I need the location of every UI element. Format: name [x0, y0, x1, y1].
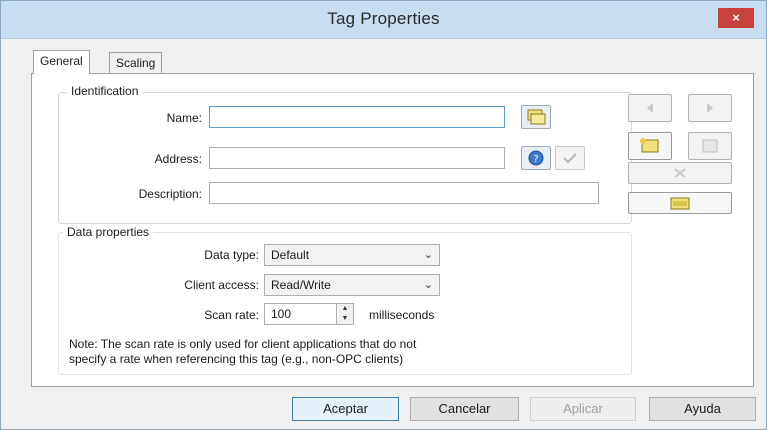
tab-scaling-label: Scaling [116, 56, 156, 70]
description-label: Description: [138, 187, 202, 201]
client-access-select[interactable]: Read/Write ⌄ [264, 274, 440, 296]
scan-rate-note: Note: The scan rate is only used for cli… [69, 337, 619, 367]
address-label: Address: [154, 152, 202, 166]
chevron-down-icon: ⌄ [423, 279, 433, 291]
scan-rate-note-line2: specify a rate when referencing this tag… [69, 352, 404, 366]
chevron-down-icon: ⌄ [423, 249, 433, 261]
copy-tag-icon [689, 133, 731, 159]
svg-text:?: ? [533, 154, 538, 165]
previous-icon [629, 95, 671, 121]
stepper-down-icon[interactable]: ▼ [337, 314, 353, 324]
delete-tag-button[interactable] [628, 162, 732, 184]
folder-icon [629, 193, 731, 213]
close-button[interactable]: × [718, 8, 754, 28]
tab-general[interactable]: General [33, 50, 90, 74]
data-properties-title: Data properties [63, 225, 154, 239]
data-type-value: Default [271, 248, 310, 262]
scan-rate-value: 100 [271, 307, 292, 321]
data-type-label: Data type: [204, 248, 259, 262]
name-label: Name: [166, 111, 202, 125]
address-input[interactable] [209, 147, 505, 169]
tab-scaling[interactable]: Scaling [109, 52, 163, 74]
title-bar: Tag Properties × [1, 1, 766, 39]
browse-tags-icon [522, 106, 550, 128]
data-type-select[interactable]: Default ⌄ [264, 244, 440, 266]
name-input[interactable] [209, 106, 505, 128]
stepper-arrows: ▲ ▼ [336, 304, 353, 324]
cancel-button[interactable]: Cancelar [410, 397, 519, 421]
ok-button[interactable]: Aceptar [292, 397, 399, 421]
stepper-up-icon[interactable]: ▲ [337, 304, 353, 314]
new-tag-button[interactable] [628, 132, 672, 160]
address-check-button[interactable] [555, 146, 585, 170]
help-icon: ? [522, 147, 550, 169]
description-input[interactable] [209, 182, 599, 204]
scan-rate-stepper[interactable]: 100 ▲ ▼ [264, 303, 354, 325]
copy-tag-button[interactable] [688, 132, 732, 160]
data-properties-group: Data properties Data type: Default ⌄ Cli… [58, 225, 632, 375]
identification-group: Identification Name: Address: ? Descript… [58, 84, 632, 224]
tag-properties-dialog: Tag Properties × General Scaling Identif… [0, 0, 767, 430]
next-icon [689, 95, 731, 121]
tab-general-label: General [40, 54, 83, 68]
scan-rate-note-line1: Note: The scan rate is only used for cli… [69, 337, 417, 351]
check-icon [556, 147, 584, 169]
apply-button[interactable]: Aplicar [530, 397, 636, 421]
help-button[interactable]: Ayuda [649, 397, 756, 421]
new-tag-icon [629, 133, 671, 159]
delete-icon [629, 163, 731, 183]
scan-rate-unit: milliseconds [369, 308, 435, 322]
client-access-label: Client access: [184, 278, 259, 292]
browse-tags-button[interactable] [521, 105, 551, 129]
general-tab-panel: Identification Name: Address: ? Descript… [31, 73, 754, 387]
previous-tag-button[interactable] [628, 94, 672, 122]
tag-folder-button[interactable] [628, 192, 732, 214]
identification-title: Identification [67, 84, 143, 98]
window-title: Tag Properties [327, 9, 440, 28]
next-tag-button[interactable] [688, 94, 732, 122]
client-access-value: Read/Write [271, 278, 331, 292]
address-help-button[interactable]: ? [521, 146, 551, 170]
scan-rate-label: Scan rate: [204, 308, 259, 322]
close-icon: × [732, 10, 740, 25]
